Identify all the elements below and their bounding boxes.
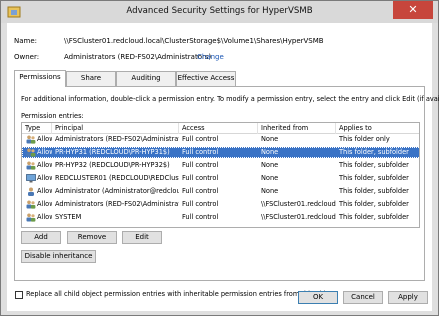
cell-principal: Administrators (RED-FS02\Administrato... — [55, 200, 179, 208]
cancel-button[interactable]: Cancel — [343, 291, 383, 304]
disable-inheritance-button[interactable]: Disable inheritance — [21, 250, 96, 263]
permissions-panel: For additional information, double-click… — [14, 86, 439, 281]
name-label: Name: — [14, 37, 38, 45]
cell-principal: REDCLUSTER01 (REDCLOUD\REDCluster... — [55, 174, 179, 182]
cell-applies: This folder only — [339, 135, 390, 143]
cell-principal: Administrator (Administrator@redcloud... — [55, 187, 179, 195]
cell-inherited: None — [261, 174, 279, 182]
cell-access: Full control — [182, 161, 219, 169]
cell-type: Allow — [37, 187, 52, 195]
grid-header: Type Principal Access Inherited from App… — [22, 123, 419, 134]
title-bar[interactable]: Advanced Security Settings for HyperVSMB… — [1, 1, 438, 23]
cell-access: Full control — [182, 174, 219, 182]
cell-access: Full control — [182, 187, 219, 195]
cell-applies: This folder, subfolder — [339, 187, 409, 195]
table-row[interactable]: AllowAdministrator (Administrator@redclo… — [22, 186, 419, 197]
cell-principal: Administrators (RED-FS02\Administrato... — [55, 135, 179, 143]
cell-inherited: None — [261, 187, 279, 195]
cell-principal: SYSTEM — [55, 213, 82, 221]
group-icon — [26, 135, 36, 144]
advanced-security-window: Advanced Security Settings for HyperVSMB… — [0, 0, 439, 316]
window-title: Advanced Security Settings for HyperVSMB — [126, 6, 313, 16]
cell-inherited: None — [261, 135, 279, 143]
cell-principal: PR-HYP32 (REDCLOUD\PR-HYP32$) — [55, 161, 170, 169]
table-row[interactable]: AllowREDCLUSTER01 (REDCLOUD\REDCluster..… — [22, 173, 419, 184]
tab-permissions[interactable]: Permissions — [14, 70, 66, 87]
permission-entries-label: Permission entries: — [21, 112, 84, 120]
cell-type: Allow — [37, 213, 52, 221]
cell-applies: This folder, subfolder — [339, 213, 409, 221]
cell-access: Full control — [182, 213, 219, 221]
cell-type: Allow — [37, 174, 52, 182]
cell-applies: This folder, subfolder — [339, 161, 409, 169]
group-icon — [26, 213, 36, 222]
close-button[interactable]: ✕ — [393, 1, 433, 19]
cell-applies: This folder, subfolder — [339, 200, 409, 208]
tab-share[interactable]: Share — [66, 71, 116, 86]
change-owner-link[interactable]: Change — [197, 53, 224, 61]
user-icon — [26, 187, 36, 196]
cell-type: Allow — [37, 135, 52, 143]
cell-type: Allow — [37, 161, 52, 169]
remove-button[interactable]: Remove — [67, 231, 117, 244]
computer-icon — [26, 174, 36, 183]
dialog-content: Name: \\FSCluster01.redcloud.local\Clust… — [7, 23, 439, 311]
name-value: \\FSCluster01.redcloud.local\ClusterStor… — [64, 37, 324, 45]
permission-entries-grid[interactable]: Type Principal Access Inherited from App… — [21, 122, 420, 228]
add-button[interactable]: Add — [21, 231, 61, 244]
column-header-access[interactable]: Access — [179, 123, 258, 134]
owner-value: Administrators (RED-FS02\Administrators) — [64, 53, 212, 61]
table-row[interactable]: AllowAdministrators (RED-FS02\Administra… — [22, 199, 419, 210]
cell-type: Allow — [37, 200, 52, 208]
tab-auditing[interactable]: Auditing — [116, 71, 176, 86]
column-header-inherited-from[interactable]: Inherited from — [258, 123, 336, 134]
group-icon — [26, 161, 36, 170]
instructions-text: For additional information, double-click… — [21, 95, 439, 103]
cell-inherited: \\FSCluster01.redcloud.... — [261, 213, 336, 221]
apply-button[interactable]: Apply — [388, 291, 428, 304]
group-icon — [26, 200, 36, 209]
table-row[interactable]: AllowPR-HYP32 (REDCLOUD\PR-HYP32$) Full c… — [22, 160, 419, 171]
edit-button[interactable]: Edit — [122, 231, 162, 244]
cell-access: Full control — [182, 200, 219, 208]
focus-rectangle — [22, 147, 419, 158]
cell-applies: This folder, subfolder — [339, 174, 409, 182]
table-row[interactable]: AllowSYSTEM Full control \\FSCluster01.red… — [22, 212, 419, 223]
column-header-applies-to[interactable]: Applies to — [336, 123, 419, 134]
table-row[interactable]: AllowAdministrators (RED-FS02\Administra… — [22, 134, 419, 145]
owner-label: Owner: — [14, 53, 40, 61]
replace-child-entries-checkbox[interactable] — [15, 291, 23, 299]
table-row[interactable]: AllowPR-HYP31 (REDCLOUD\PR-HYP31$)Full c… — [22, 147, 419, 158]
cell-access: Full control — [182, 135, 219, 143]
column-header-type[interactable]: Type — [22, 123, 52, 134]
column-header-principal[interactable]: Principal — [52, 123, 179, 134]
ok-button[interactable]: OK — [298, 291, 338, 304]
tab-effective-access[interactable]: Effective Access — [176, 71, 236, 86]
cell-inherited: \\FSCluster01.redcloud.... — [261, 200, 336, 208]
cell-inherited: None — [261, 161, 279, 169]
replace-child-entries-label: Replace all child object permission entr… — [26, 290, 336, 298]
